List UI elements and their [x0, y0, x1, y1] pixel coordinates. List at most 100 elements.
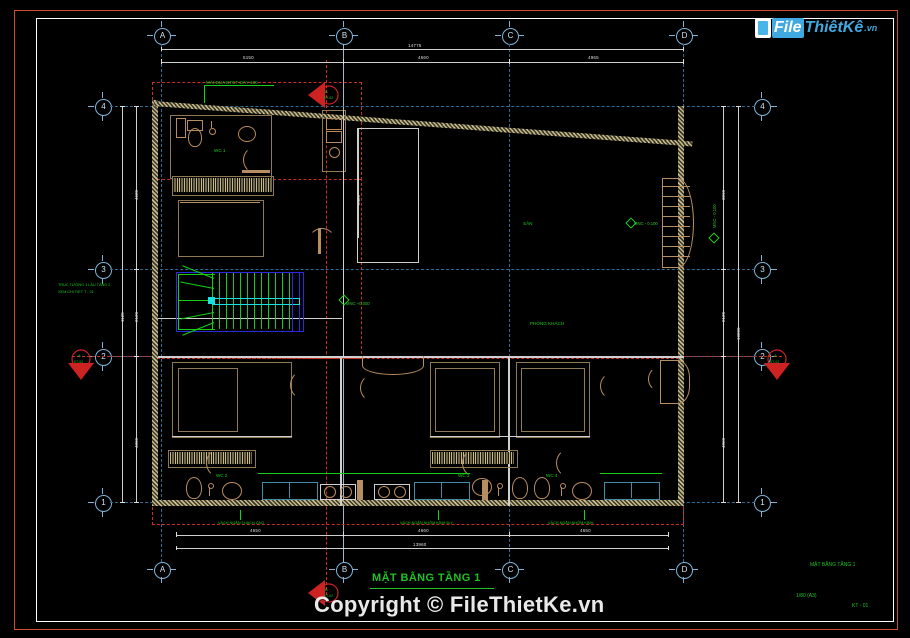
curved-stair-tread	[662, 256, 690, 257]
dimension-line-bottom-total	[176, 548, 668, 549]
fixture-cabinet	[176, 118, 186, 138]
fixture-pipe-wc2	[209, 487, 210, 496]
fixture-urinal	[324, 486, 336, 498]
grid-tick	[495, 35, 501, 36]
grid-bubble-4-left: 4	[95, 99, 112, 116]
door-leaf-mid-1	[357, 480, 363, 500]
door-swing-lower-3	[600, 372, 628, 400]
grid-tick	[761, 255, 762, 261]
curved-stair-tread	[662, 236, 690, 237]
exterior-wall-left	[152, 100, 158, 506]
room-label-wc4: WC 4	[546, 473, 558, 478]
grid-tick	[771, 106, 777, 107]
logo-box-icon	[755, 18, 771, 38]
door-leaf-wc1	[242, 170, 270, 173]
grid-tick	[761, 511, 762, 517]
drawing-title-underline	[370, 588, 494, 589]
title-block: MẶT BẰNG TẦNG 1 1/80 (A3) KT - 01	[790, 556, 890, 614]
partition-line-b5	[357, 262, 419, 263]
filethietke-logo: File ThiêtKê .vn	[755, 15, 877, 41]
dimension-tick	[721, 269, 726, 270]
fixture-basin	[238, 126, 256, 142]
curved-stair-tread	[662, 186, 690, 187]
grid-tick	[147, 35, 153, 36]
note-left-2: XEM CHI TIẾT T - 01	[58, 290, 94, 294]
dimension-tick	[721, 356, 726, 357]
stair-newel-post	[208, 297, 215, 304]
dimension-left-seg-2: 2120	[134, 311, 139, 322]
dimension-tick	[161, 59, 162, 64]
partition-lower-h2	[430, 436, 590, 437]
fixture-urinal	[378, 486, 390, 498]
dimension-tick	[134, 502, 139, 503]
grid-tick	[761, 115, 762, 121]
section-marker-top[interactable]: B KT-02	[308, 80, 342, 110]
fixture-counter-divider	[441, 482, 442, 498]
dimension-line-right-outer	[738, 106, 739, 502]
room-label-san: SÂN	[523, 221, 533, 226]
title-block-scale: 1/80 (A3)	[796, 593, 817, 599]
partition-line-b3	[357, 128, 419, 129]
grid-tick	[102, 365, 103, 371]
dimension-bottom-seg-2: 4660	[418, 528, 429, 533]
room-label-living: PHÒNG KHÁCH	[530, 321, 565, 326]
curved-stair-tread	[662, 226, 690, 227]
grid-tick	[683, 21, 684, 27]
band-line-right	[600, 473, 662, 474]
grid-bubble-D-top: D	[676, 28, 693, 45]
exterior-wall-right	[678, 106, 684, 506]
grid-bubble-B-bottom: B	[336, 562, 353, 579]
dimension-tick	[668, 532, 669, 537]
grid-tick	[170, 569, 176, 570]
dimension-left-small: 1120	[120, 312, 125, 322]
dimension-left-seg-3: 4860	[134, 437, 139, 448]
section-marker-top-sheet: KT-02	[324, 96, 334, 100]
door-swing-lower-2	[360, 374, 388, 402]
dimension-bottom-total: 13960	[413, 542, 427, 547]
grid-bubble-D-bottom: D	[676, 562, 693, 579]
dimension-tick	[176, 532, 177, 537]
door-swing-wc2	[206, 448, 236, 478]
curved-stair-right	[662, 178, 694, 268]
section-marker-right-sheet: KT-02	[770, 360, 780, 364]
dimension-tick	[134, 269, 139, 270]
grid-tick	[771, 269, 777, 270]
grid-bubble-A-bottom: A	[154, 562, 171, 579]
fixture-counter-3	[604, 482, 660, 500]
fixture-toilet-wc2	[186, 477, 202, 499]
fixture-basin-wc4	[572, 482, 592, 500]
grid-bubble-C-top: C	[502, 28, 519, 45]
grid-tick	[352, 35, 358, 36]
partition-line-b2	[357, 128, 358, 263]
door-leaf-stair	[318, 228, 321, 254]
elevation-marker-right-vertical: MNC - 0,100	[712, 204, 717, 228]
fixture-counter-2	[414, 482, 470, 500]
curved-stair-tread	[662, 246, 690, 247]
dimension-line-top-segments	[161, 62, 683, 63]
curved-stair-tread	[662, 216, 690, 217]
section-marker-right[interactable]: A KT-02	[762, 346, 792, 380]
fixture-pipe-wc4	[561, 487, 562, 496]
dimension-tick	[134, 106, 139, 107]
section-marker-left[interactable]: A KT-02	[66, 346, 96, 380]
logo-text-thietke: ThiêtKê	[804, 19, 864, 36]
copyright-watermark: Copyright © FileThietKe.vn	[314, 592, 605, 617]
door-swing-lower-4	[648, 366, 674, 392]
dimension-right-total: 10800	[736, 327, 741, 340]
fixture-toilet-wc3	[512, 477, 528, 499]
dimension-right-seg-3: 4860	[721, 437, 726, 448]
fixture-urinal	[340, 486, 352, 498]
dimension-tick	[668, 546, 669, 550]
grid-tick	[147, 569, 153, 570]
dimension-tick	[134, 356, 139, 357]
note-left-1: TRỤC TƯỜNG 1 LẦU TẦNG 2	[58, 283, 111, 287]
dimension-tick	[120, 502, 125, 503]
partition-lower-h1	[172, 436, 292, 437]
grid-tick	[761, 488, 762, 494]
grid-bubble-3-right: 3	[754, 262, 771, 279]
section-marker-top-name: B	[325, 89, 328, 94]
dimension-tick	[736, 502, 741, 503]
dimension-line-top-total	[161, 49, 683, 50]
dimension-tick	[683, 59, 684, 64]
fixture-sink-shaft	[326, 131, 342, 143]
